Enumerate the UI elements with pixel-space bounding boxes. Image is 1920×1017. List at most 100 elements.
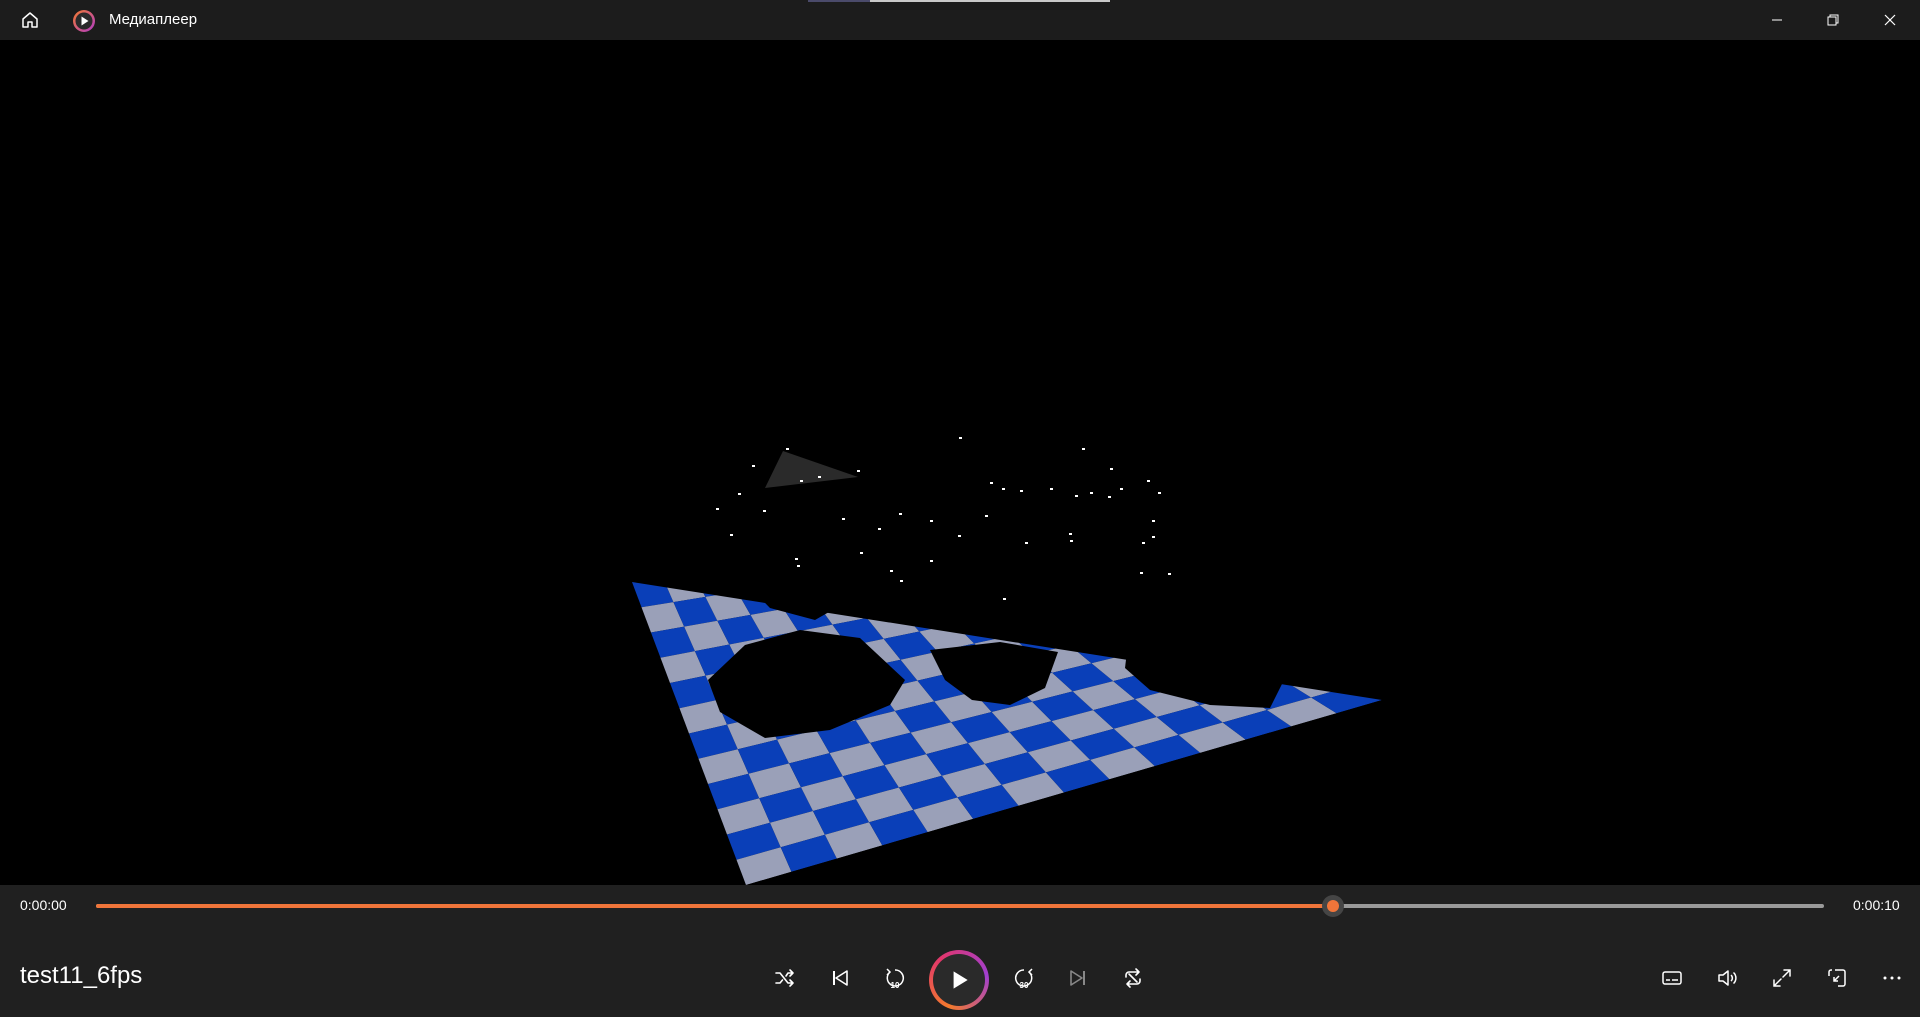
more-icon — [1883, 976, 1901, 980]
spark — [786, 448, 789, 450]
checker-tile — [916, 582, 971, 605]
checker-tile — [1084, 611, 1146, 637]
spark — [716, 508, 719, 510]
checker-tile — [1047, 619, 1108, 646]
shuffle-button[interactable] — [765, 958, 805, 998]
fullscreen-icon — [1773, 969, 1791, 987]
checker-tile — [993, 545, 1049, 567]
repeat-button[interactable] — [1113, 958, 1153, 998]
close-button[interactable] — [1862, 0, 1918, 40]
spark — [1142, 542, 1145, 544]
spark — [1120, 488, 1123, 490]
checker-tile — [1025, 540, 1082, 562]
play-button[interactable] — [929, 950, 989, 1010]
debris-triangle — [765, 451, 858, 488]
checker-tile — [1061, 594, 1122, 620]
checker-tile — [1004, 584, 1062, 610]
checker-tile — [865, 582, 917, 592]
spark — [1025, 542, 1028, 544]
spark — [1152, 520, 1155, 522]
checker-tile — [1097, 587, 1159, 612]
spark — [900, 580, 903, 582]
miniplayer-icon — [1828, 969, 1846, 987]
checker-tile — [1057, 535, 1116, 556]
spark — [899, 513, 902, 515]
checker-tile — [883, 585, 936, 612]
spark — [860, 552, 863, 554]
seek-thumb[interactable] — [1322, 895, 1345, 917]
app-title: Медиаплеер — [109, 11, 198, 28]
checker-tile — [908, 538, 960, 561]
spark — [1082, 448, 1085, 450]
checker-tile — [949, 582, 1005, 599]
checker-tile — [935, 598, 991, 625]
spark — [763, 510, 766, 512]
volume-button[interactable] — [1707, 958, 1747, 998]
current-time: 0:00:00 — [20, 897, 67, 913]
skip-back-seconds: 10 — [890, 981, 900, 990]
spark — [930, 520, 933, 522]
checker-tile — [1026, 602, 1085, 628]
checker-tile — [1001, 524, 1057, 545]
checker-tile — [1049, 556, 1108, 578]
minimize-button[interactable] — [1749, 0, 1805, 40]
checker-tile — [1158, 595, 1222, 619]
spark — [959, 437, 962, 439]
subtitles-icon — [1662, 971, 1682, 985]
checker-tile — [970, 529, 1025, 551]
fullscreen-button[interactable] — [1762, 958, 1802, 998]
restore-button[interactable] — [1805, 0, 1861, 40]
checker-tile — [1038, 582, 1098, 603]
checker-tile — [1015, 582, 1074, 585]
checker-tile — [1183, 610, 1249, 635]
checker-tile — [970, 591, 1027, 617]
media-title: test11_6fps — [20, 962, 143, 989]
checker-tile — [961, 550, 1016, 573]
spark — [1002, 488, 1005, 490]
checker-tile — [939, 533, 993, 555]
checker-tile — [1031, 520, 1088, 540]
spark — [930, 560, 933, 562]
home-button[interactable] — [14, 6, 46, 34]
spark — [985, 515, 988, 517]
spark — [842, 518, 845, 520]
checker-tile — [1073, 582, 1134, 595]
checker-tile — [929, 556, 983, 580]
spark — [1158, 492, 1161, 494]
previous-button[interactable] — [820, 958, 860, 998]
title-bar: Медиаплеер — [0, 0, 1920, 40]
spark — [738, 493, 741, 495]
subtitles-button[interactable] — [1652, 958, 1692, 998]
close-icon — [1884, 14, 1896, 26]
checker-tile — [897, 582, 950, 586]
skip-forward-button[interactable]: 30 — [1004, 958, 1044, 998]
shuffle-icon — [775, 969, 794, 987]
previous-icon — [833, 970, 848, 986]
spark — [730, 534, 733, 536]
more-button[interactable] — [1872, 958, 1912, 998]
spark — [878, 528, 881, 530]
skip-back-button[interactable]: 10 — [875, 958, 915, 998]
miniplayer-button[interactable] — [1817, 958, 1857, 998]
checker-tile — [632, 582, 674, 608]
seek-bar[interactable] — [96, 895, 1824, 917]
spark — [1168, 573, 1171, 575]
checker-tile — [982, 582, 1039, 592]
spark — [1069, 533, 1072, 535]
video-frame — [632, 437, 1382, 885]
next-button[interactable] — [1058, 958, 1098, 998]
checker-tile — [1107, 582, 1169, 588]
next-icon — [1070, 970, 1085, 986]
spark — [752, 465, 755, 467]
repeat-icon — [1125, 968, 1141, 988]
spark — [1075, 495, 1078, 497]
home-icon — [22, 12, 38, 28]
checker-tile — [1121, 603, 1184, 628]
video-surface[interactable] — [0, 40, 1920, 885]
spark — [890, 570, 893, 572]
checker-tile — [850, 591, 902, 618]
minimize-icon — [1772, 19, 1782, 21]
spark — [1050, 488, 1053, 490]
spark — [1070, 540, 1073, 542]
media-player-logo-icon — [72, 9, 96, 33]
